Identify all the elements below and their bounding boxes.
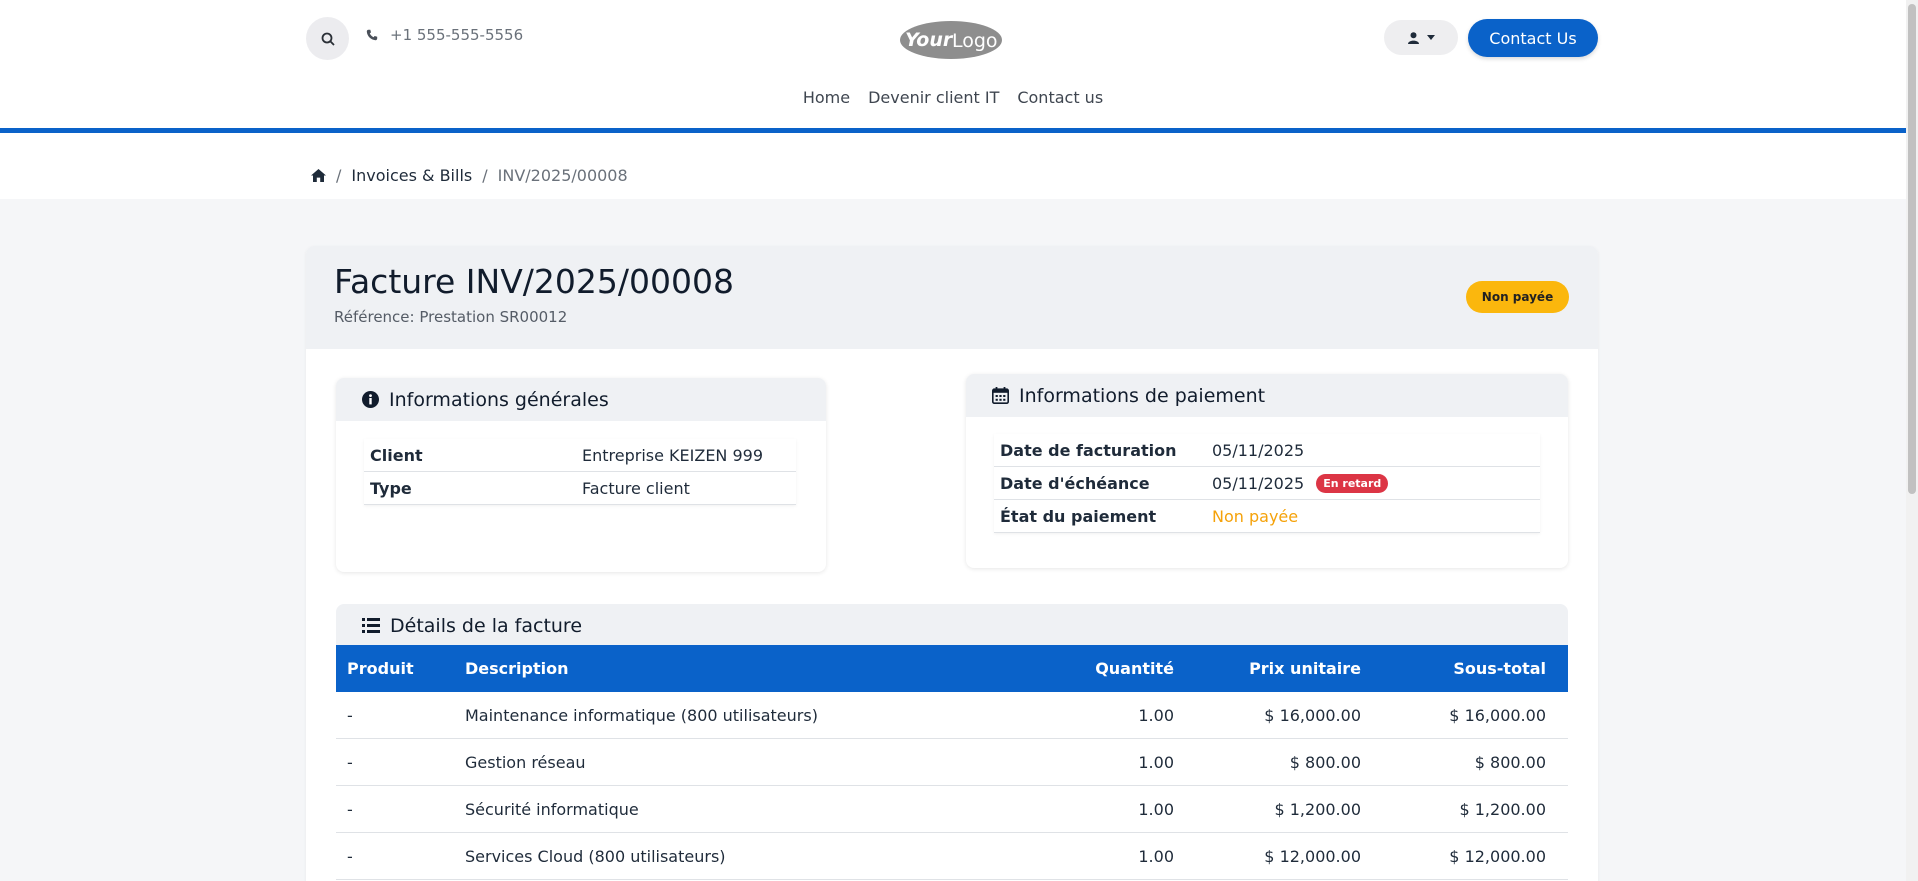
- search-button[interactable]: [306, 17, 349, 60]
- general-info-title: Informations générales: [389, 388, 609, 411]
- caret-down-icon: [1426, 35, 1435, 40]
- info-icon: [362, 391, 379, 408]
- info-row-payment-status: État du paiement Non payée: [994, 500, 1540, 533]
- info-label: Client: [370, 445, 423, 465]
- scrollbar-thumb[interactable]: [1908, 4, 1916, 494]
- phone-number: +1 555-555-5556: [390, 26, 524, 44]
- main-nav: Home Devenir client IT Contact us: [0, 88, 1906, 107]
- info-row-due-date: Date d'échéance 05/11/2025 En retard: [994, 467, 1540, 500]
- cell-subtotal: $ 16,000.00: [1449, 705, 1546, 725]
- phone-link[interactable]: +1 555-555-5556: [366, 26, 523, 44]
- cell-description: Services Cloud (800 utilisateurs): [465, 846, 726, 866]
- breadcrumb: / Invoices & Bills / INV/2025/00008: [311, 166, 628, 185]
- cell-product: -: [347, 705, 353, 725]
- column-header: Description: [465, 659, 569, 678]
- calendar-icon: [992, 387, 1009, 404]
- table-row: - Gestion réseau 1.00 $ 800.00 $ 800.00: [336, 739, 1568, 786]
- cell-unit-price: $ 12,000.00: [1264, 846, 1361, 866]
- cell-subtotal: $ 1,200.00: [1459, 799, 1546, 819]
- info-row-client: Client Entreprise KEIZEN 999: [364, 439, 796, 472]
- info-label: Type: [370, 478, 412, 498]
- breadcrumb-invoices-link[interactable]: Invoices & Bills: [351, 166, 472, 185]
- column-header: Quantité: [1095, 659, 1174, 678]
- cell-product: -: [347, 799, 353, 819]
- contact-us-button[interactable]: Contact Us: [1468, 19, 1598, 57]
- column-header: Prix unitaire: [1249, 659, 1361, 678]
- info-label: Date d'échéance: [1000, 473, 1150, 493]
- svg-text:Logo: Logo: [952, 30, 998, 52]
- info-value: 05/11/2025: [1212, 440, 1305, 460]
- cell-product: -: [347, 752, 353, 772]
- invoice-details-title: Détails de la facture: [390, 614, 583, 637]
- invoice-reference: Référence: Prestation SR00012: [334, 308, 568, 326]
- invoice-card: Facture INV/2025/00008 Référence: Presta…: [306, 246, 1598, 881]
- cell-quantity: 1.00: [1138, 705, 1174, 725]
- cell-subtotal: $ 12,000.00: [1449, 846, 1546, 866]
- site-logo[interactable]: Your Logo: [899, 18, 1004, 60]
- info-label: Date de facturation: [1000, 440, 1177, 460]
- payment-info-panel: Informations de paiement Date de factura…: [966, 374, 1568, 568]
- payment-info-table: Date de facturation 05/11/2025 Date d'éc…: [994, 434, 1540, 533]
- user-icon: [1407, 31, 1419, 44]
- column-header: Sous-total: [1453, 659, 1546, 678]
- payment-info-header: Informations de paiement: [966, 374, 1568, 417]
- nav-item-home[interactable]: Home: [801, 88, 852, 107]
- invoice-lines-table: Produit Description Quantité Prix unitai…: [336, 645, 1568, 880]
- table-row: - Services Cloud (800 utilisateurs) 1.00…: [336, 833, 1568, 880]
- breadcrumb-band: [0, 133, 1906, 199]
- cell-quantity: 1.00: [1138, 752, 1174, 772]
- breadcrumb-separator: /: [336, 166, 342, 185]
- column-header: Produit: [347, 659, 414, 678]
- table-header: Produit Description Quantité Prix unitai…: [336, 645, 1568, 692]
- cell-quantity: 1.00: [1138, 799, 1174, 819]
- table-row: - Maintenance informatique (800 utilisat…: [336, 692, 1568, 739]
- late-badge: En retard: [1316, 473, 1389, 493]
- cell-unit-price: $ 1,200.00: [1274, 799, 1361, 819]
- status-badge: Non payée: [1466, 281, 1569, 313]
- info-row-type: Type Facture client: [364, 472, 796, 505]
- info-label: État du paiement: [1000, 506, 1157, 526]
- general-info-header: Informations générales: [336, 378, 826, 421]
- cell-quantity: 1.00: [1138, 846, 1174, 866]
- logo-image: Your Logo: [900, 21, 1002, 59]
- info-value: Entreprise KEIZEN 999: [582, 445, 764, 465]
- svg-text:Your: Your: [905, 29, 954, 51]
- cell-description: Maintenance informatique (800 utilisateu…: [465, 705, 818, 725]
- user-menu-button[interactable]: [1384, 20, 1458, 55]
- page-scrollbar[interactable]: [1906, 0, 1918, 881]
- info-row-invoice-date: Date de facturation 05/11/2025: [994, 434, 1540, 467]
- search-icon: [321, 32, 335, 46]
- phone-icon: [366, 29, 378, 41]
- info-value: 05/11/2025 En retard: [1212, 473, 1389, 493]
- payment-info-title: Informations de paiement: [1019, 384, 1266, 407]
- table-row: - Sécurité informatique 1.00 $ 1,200.00 …: [336, 786, 1568, 833]
- breadcrumb-separator: /: [482, 166, 488, 185]
- info-value: Facture client: [582, 478, 690, 498]
- nav-item-contact[interactable]: Contact us: [1015, 88, 1105, 107]
- cell-unit-price: $ 16,000.00: [1264, 705, 1361, 725]
- due-date-value: 05/11/2025: [1212, 473, 1305, 493]
- list-icon: [362, 618, 380, 633]
- general-info-panel: Informations générales Client Entreprise…: [336, 378, 826, 572]
- invoice-details-header: Détails de la facture: [336, 604, 1568, 647]
- cell-description: Sécurité informatique: [465, 799, 639, 819]
- home-icon[interactable]: [311, 169, 326, 182]
- payment-status-value: Non payée: [1212, 506, 1299, 526]
- cell-subtotal: $ 800.00: [1474, 752, 1546, 772]
- breadcrumb-current: INV/2025/00008: [497, 166, 628, 185]
- cell-unit-price: $ 800.00: [1289, 752, 1361, 772]
- cell-product: -: [347, 846, 353, 866]
- cell-description: Gestion réseau: [465, 752, 586, 772]
- nav-item-devenir-client[interactable]: Devenir client IT: [866, 88, 1001, 107]
- site-header: +1 555-555-5556 Your Logo Contact Us Hom…: [0, 0, 1906, 132]
- page-title: Facture INV/2025/00008: [334, 262, 734, 301]
- invoice-card-header: Facture INV/2025/00008 Référence: Presta…: [306, 246, 1598, 349]
- general-info-table: Client Entreprise KEIZEN 999 Type Factur…: [364, 439, 796, 505]
